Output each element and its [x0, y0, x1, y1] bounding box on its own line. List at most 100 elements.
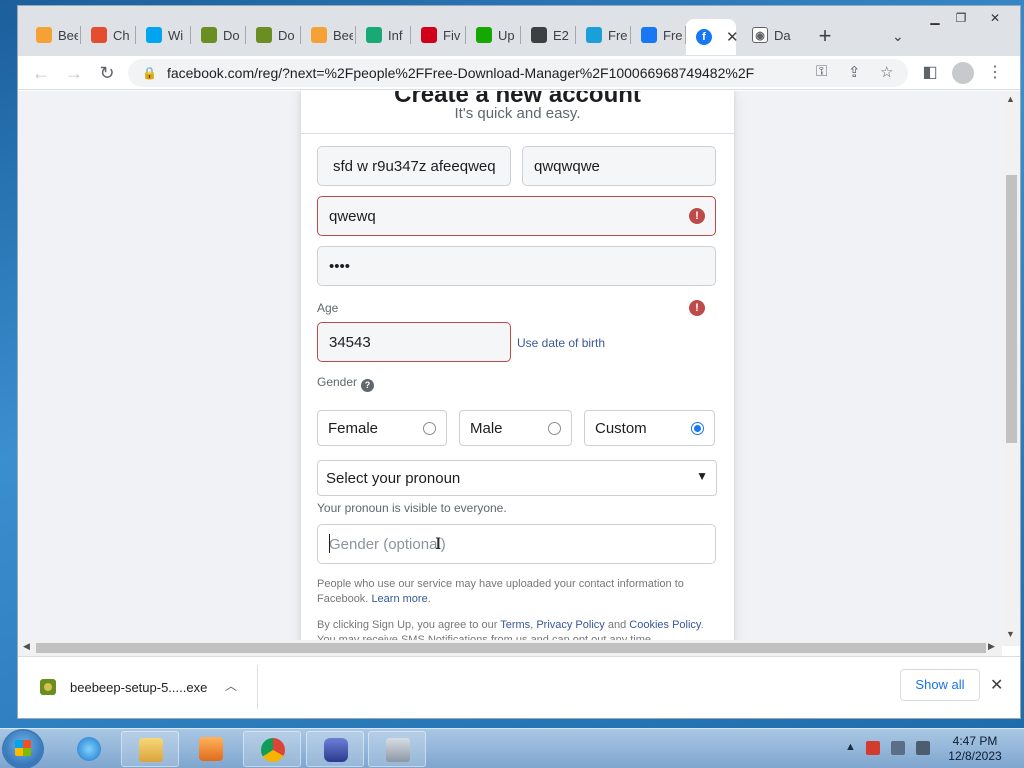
radio-female[interactable]	[423, 422, 436, 435]
chrome-icon	[261, 738, 285, 762]
first-name-field[interactable]: sfd w r9u347z afeeqweq	[317, 146, 511, 186]
taskbar-media-player[interactable]	[182, 731, 240, 767]
error-icon: !	[689, 208, 705, 224]
scroll-up-icon[interactable]: ▲	[1006, 94, 1015, 104]
tab-6[interactable]: Inf	[356, 19, 410, 51]
tab-10[interactable]: Fre	[576, 19, 630, 51]
age-field[interactable]: 34543	[317, 322, 511, 362]
taskbar-installer[interactable]	[368, 731, 426, 767]
signup-card: Create a new account It's quick and easy…	[301, 91, 734, 646]
help-icon[interactable]: ?	[361, 379, 375, 392]
clock[interactable]: 4:47 PM 12/8/2023	[940, 734, 1010, 764]
address-bar[interactable]: 🔒 facebook.com/reg/?next=%2Fpeople%2FFre…	[128, 59, 908, 87]
tab-active-facebook[interactable]: f ✕	[686, 19, 739, 55]
vertical-scrollbar[interactable]: ▲ ▼	[1002, 91, 1020, 646]
tab-favicon-icon	[641, 27, 657, 43]
taskbar-internet-explorer[interactable]	[60, 731, 118, 767]
tab-8[interactable]: Up	[466, 19, 520, 51]
start-button[interactable]	[4, 731, 42, 767]
gender-option-custom[interactable]: Custom	[584, 410, 715, 446]
show-all-button[interactable]: Show all	[900, 669, 980, 701]
key-icon[interactable]: ⚿	[816, 63, 827, 80]
share-icon[interactable]: ⇪	[848, 63, 861, 81]
divider	[301, 133, 734, 134]
download-item[interactable]: beebeep-setup-5.....exe	[40, 679, 207, 695]
gender-label: Gender?	[317, 375, 375, 392]
gender-option-female[interactable]: Female	[317, 410, 447, 446]
network-icon[interactable]	[891, 741, 905, 755]
clock-date: 12/8/2023	[948, 749, 1002, 763]
taskbar-file-explorer[interactable]	[121, 731, 179, 767]
tab-2[interactable]: Wi	[136, 19, 190, 51]
password-field[interactable]: ••••	[317, 246, 716, 286]
tab-0[interactable]: Bee	[26, 19, 80, 51]
maximize-button[interactable]: ❐	[950, 11, 972, 27]
tab-search-chevron-icon[interactable]: ⌄	[892, 28, 904, 45]
tab-11[interactable]: Fre	[631, 19, 685, 51]
tab-7[interactable]: Fiv	[411, 19, 465, 51]
close-window-button[interactable]: ✕	[984, 11, 1006, 27]
download-filename: beebeep-setup-5.....exe	[70, 679, 208, 695]
bookmark-star-icon[interactable]: ☆	[880, 63, 893, 81]
pronoun-note: Your pronoun is visible to everyone.	[317, 501, 507, 515]
tab-5[interactable]: Bee	[301, 19, 355, 51]
forward-button[interactable]: →	[61, 60, 87, 86]
chevron-up-icon[interactable]: ︿	[225, 677, 237, 694]
tab-favicon-icon	[201, 27, 217, 43]
url-text[interactable]: facebook.com/reg/?next=%2Fpeople%2FFree-…	[167, 65, 757, 81]
browser-toolbar: ← → ↻ 🔒 facebook.com/reg/?next=%2Fpeople…	[18, 56, 1020, 90]
tab-bar: Bee Ch Wi Do Do Bee Inf Fiv Up E2 Fre Fre f ✕ ◉ Da …	[18, 6, 1020, 56]
new-tab-button[interactable]: +	[813, 25, 837, 49]
gender-option-male[interactable]: Male	[459, 410, 572, 446]
tab-favicon-icon	[311, 27, 327, 43]
tab-last[interactable]: ◉ Da	[742, 19, 796, 51]
pronoun-select[interactable]: Select your pronoun ▼	[317, 460, 717, 496]
close-tab-icon[interactable]: ✕	[726, 28, 739, 46]
tab-favicon-icon	[421, 27, 437, 43]
avatar	[952, 62, 974, 84]
show-hidden-icons[interactable]: ▲	[845, 741, 856, 753]
age-label: Age	[317, 301, 339, 315]
profile-button[interactable]	[950, 60, 976, 86]
tab-favicon-icon	[146, 27, 162, 43]
scroll-left-icon[interactable]: ◀	[23, 641, 30, 652]
privacy-policy-link[interactable]: Privacy Policy	[536, 619, 604, 631]
tab-1[interactable]: Ch	[81, 19, 135, 51]
taskbar: ▲ 4:47 PM 12/8/2023	[0, 728, 1024, 768]
learn-more-link[interactable]: Learn more	[371, 593, 427, 605]
scrollbar-thumb[interactable]	[1006, 175, 1017, 443]
terms-link[interactable]: Terms	[500, 619, 530, 631]
scroll-down-icon[interactable]: ▼	[1006, 629, 1015, 639]
side-panel-icon[interactable]: ◧	[917, 60, 943, 86]
volume-muted-icon[interactable]	[916, 741, 930, 755]
text-caret	[329, 534, 330, 553]
back-button[interactable]: ←	[28, 60, 54, 86]
close-download-bar-icon[interactable]: ✕	[990, 675, 1003, 695]
reload-button[interactable]: ↻	[94, 60, 120, 86]
scroll-right-icon[interactable]: ▶	[988, 641, 995, 652]
horizontal-scrollbar[interactable]: ◀ ▶	[18, 640, 1002, 656]
last-name-field[interactable]: qwqwqwe	[522, 146, 716, 186]
radio-custom[interactable]	[691, 422, 704, 435]
infinity-app-icon	[324, 738, 348, 762]
contact-info-text: People who use our service may have uplo…	[317, 578, 684, 605]
use-date-of-birth-link[interactable]: Use date of birth	[517, 336, 605, 350]
ibeam-cursor-icon: I	[435, 534, 442, 553]
tab-3[interactable]: Do	[191, 19, 245, 51]
facebook-icon: f	[696, 29, 712, 45]
hscrollbar-thumb[interactable]	[36, 643, 986, 653]
menu-kebab-icon[interactable]: ⋮	[982, 60, 1008, 86]
installer-icon	[386, 738, 410, 762]
tab-4[interactable]: Do	[246, 19, 300, 51]
tab-9[interactable]: E2	[521, 19, 575, 51]
gender-optional-input[interactable]	[317, 524, 716, 564]
taskbar-chrome[interactable]	[243, 731, 301, 767]
minimize-button[interactable]: ▁	[924, 11, 946, 27]
taskbar-app-infinity[interactable]	[306, 731, 364, 767]
cookies-policy-link[interactable]: Cookies Policy	[629, 619, 700, 631]
tab-favicon-icon	[366, 27, 382, 43]
radio-male[interactable]	[548, 422, 561, 435]
mobile-or-email-field[interactable]: qwewq !	[317, 196, 716, 236]
action-center-icon[interactable]	[866, 741, 880, 755]
tab-favicon-icon	[531, 27, 547, 43]
